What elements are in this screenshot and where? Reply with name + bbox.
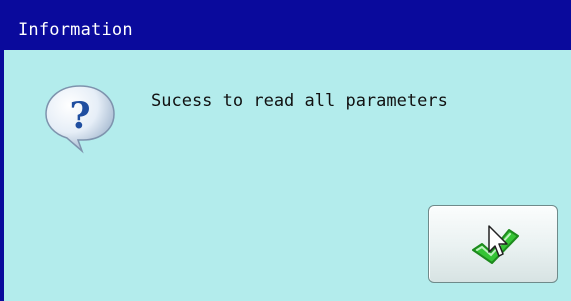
checkmark-icon xyxy=(472,225,519,264)
information-dialog: Information ? Sucess to read all paramet… xyxy=(0,0,571,301)
svg-text:?: ? xyxy=(69,95,90,137)
question-bubble-icon: ? xyxy=(42,82,118,154)
title-bar: Information xyxy=(4,0,571,50)
dialog-title: Information xyxy=(18,20,133,40)
dialog-message: Sucess to read all parameters xyxy=(151,91,448,111)
ok-button[interactable] xyxy=(428,205,558,283)
